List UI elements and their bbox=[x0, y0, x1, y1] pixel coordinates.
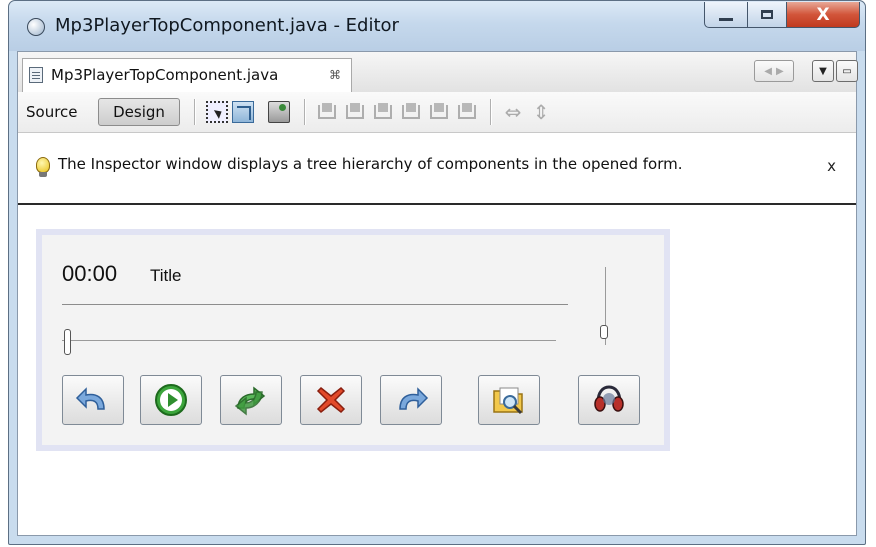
mp3-player-form[interactable]: 00:00 Title bbox=[36, 229, 670, 451]
hint-close-button[interactable]: x bbox=[827, 157, 836, 175]
center-vertically-icon[interactable] bbox=[456, 101, 478, 123]
toolbar-separator bbox=[490, 99, 491, 125]
maximize-editor-button[interactable]: ▭ bbox=[836, 60, 858, 82]
minimize-icon bbox=[719, 17, 733, 21]
close-button[interactable]: X bbox=[786, 2, 860, 28]
connection-mode-icon[interactable] bbox=[232, 101, 254, 123]
tab-scroll-arrows[interactable]: ◀ ▶ bbox=[754, 60, 794, 82]
separator[interactable] bbox=[62, 304, 568, 305]
preview-design-icon[interactable] bbox=[268, 101, 290, 123]
app-icon bbox=[27, 18, 45, 36]
tab-mp3playertopcomponent[interactable]: Mp3PlayerTopComponent.java ⌘ bbox=[22, 58, 352, 92]
maximize-button[interactable] bbox=[747, 2, 787, 28]
back-button[interactable] bbox=[62, 375, 124, 425]
open-file-button[interactable] bbox=[478, 375, 540, 425]
source-view-button[interactable]: Source bbox=[26, 103, 78, 121]
shuffle-icon bbox=[234, 386, 266, 416]
editor-toolbar: Source Design ⇔ ⇕ bbox=[18, 92, 856, 133]
stop-button[interactable] bbox=[300, 375, 362, 425]
title-bar[interactable]: Mp3PlayerTopComponent.java - Editor X bbox=[9, 1, 865, 51]
position-slider-track[interactable] bbox=[62, 340, 556, 341]
center-horizontally-icon[interactable] bbox=[372, 101, 394, 123]
position-slider-thumb[interactable] bbox=[64, 329, 71, 355]
window-title: Mp3PlayerTopComponent.java - Editor bbox=[55, 15, 399, 36]
show-opened-documents-button[interactable]: ▼ bbox=[812, 60, 834, 82]
tab-label: Mp3PlayerTopComponent.java bbox=[51, 66, 279, 84]
headphones-icon bbox=[594, 385, 624, 412]
java-form-file-icon bbox=[29, 67, 43, 83]
volume-slider-thumb[interactable] bbox=[600, 325, 608, 339]
editor-window: Mp3PlayerTopComponent.java - Editor X Mp… bbox=[8, 0, 866, 545]
tab-strip: Mp3PlayerTopComponent.java ⌘ ◀ ▶ ▼ ▭ bbox=[18, 52, 858, 93]
selection-mode-icon[interactable] bbox=[206, 101, 228, 123]
chevron-down-icon: ▼ bbox=[819, 65, 827, 77]
title-label[interactable]: Title bbox=[150, 266, 182, 286]
maximize-icon bbox=[761, 10, 773, 19]
align-bottom-icon[interactable] bbox=[428, 101, 450, 123]
window-icon: ▭ bbox=[842, 65, 852, 77]
hint-text: The Inspector window displays a tree hie… bbox=[58, 155, 683, 173]
editor-client-area: Mp3PlayerTopComponent.java ⌘ ◀ ▶ ▼ ▭ Sour… bbox=[17, 51, 858, 536]
forward-icon bbox=[399, 387, 429, 410]
stop-icon bbox=[316, 386, 346, 414]
open-folder-icon bbox=[493, 387, 523, 415]
design-canvas[interactable]: 00:00 Title bbox=[18, 205, 856, 535]
forward-button[interactable] bbox=[380, 375, 442, 425]
design-view-button[interactable]: Design bbox=[98, 98, 180, 126]
toolbar-separator bbox=[194, 99, 195, 125]
close-icon: X bbox=[816, 4, 830, 25]
headphones-button[interactable] bbox=[578, 375, 640, 425]
back-icon bbox=[75, 387, 105, 410]
vertical-resize-icon[interactable]: ⇕ bbox=[530, 101, 552, 123]
play-icon bbox=[155, 384, 187, 416]
shuffle-button[interactable] bbox=[220, 375, 282, 425]
minimize-button[interactable] bbox=[704, 2, 748, 28]
lightbulb-icon bbox=[36, 157, 50, 177]
hint-bar: The Inspector window displays a tree hie… bbox=[18, 133, 856, 205]
play-button[interactable] bbox=[140, 375, 202, 425]
scroll-left-icon[interactable]: ◀ bbox=[764, 66, 772, 77]
horizontal-resize-icon[interactable]: ⇔ bbox=[502, 101, 524, 123]
align-left-icon[interactable] bbox=[316, 101, 338, 123]
toolbar-separator bbox=[304, 99, 305, 125]
align-right-icon[interactable] bbox=[344, 101, 366, 123]
tab-close-button[interactable]: ⌘ bbox=[329, 68, 341, 82]
scroll-right-icon[interactable]: ▶ bbox=[776, 66, 784, 77]
align-top-icon[interactable] bbox=[400, 101, 422, 123]
time-label[interactable]: 00:00 bbox=[62, 261, 117, 287]
